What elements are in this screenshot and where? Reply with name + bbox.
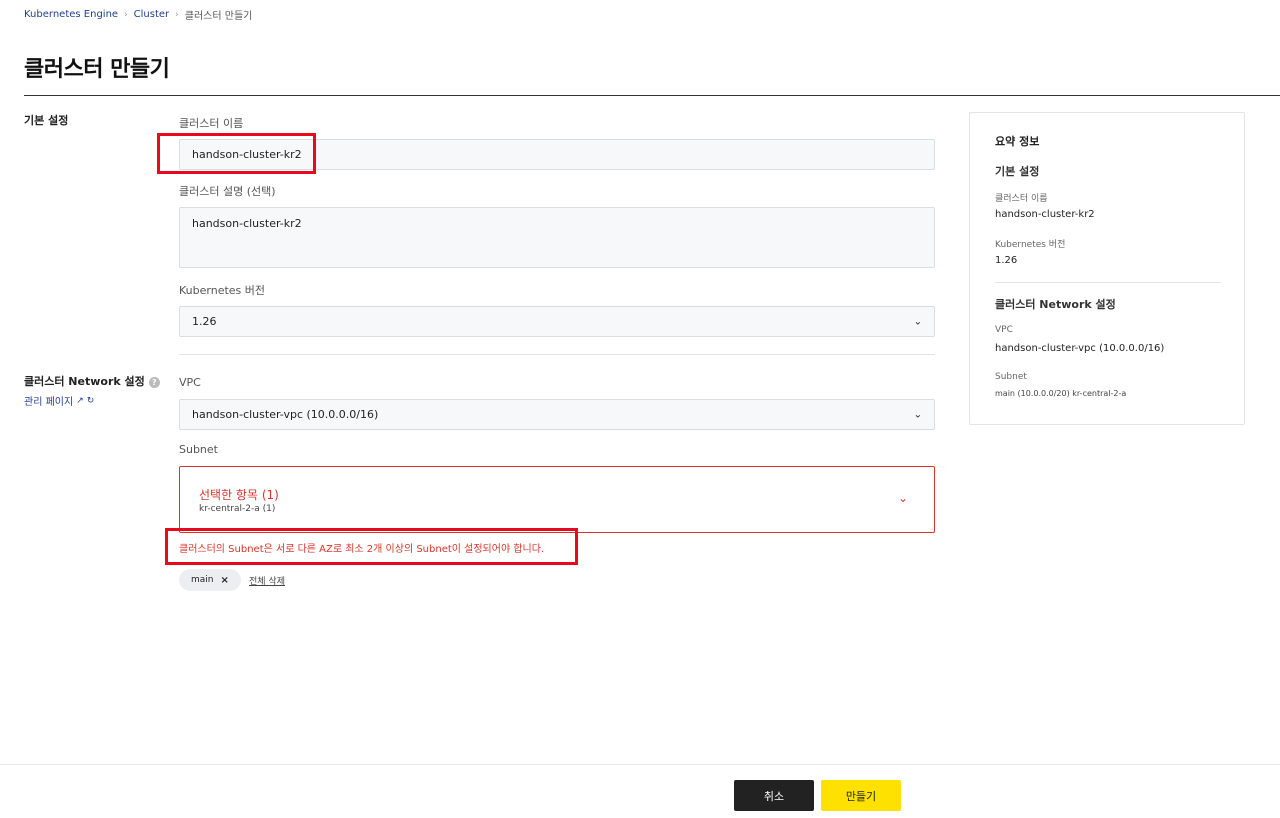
subnet-selected-title: 선택한 항목 (1) bbox=[199, 488, 279, 502]
manage-page-label: 관리 페이지 bbox=[24, 397, 74, 408]
help-icon[interactable]: ? bbox=[148, 376, 160, 388]
clear-all-link[interactable]: 전체 삭제 bbox=[249, 574, 285, 587]
manage-page-link[interactable]: 관리 페이지 ↗ ↻ bbox=[24, 393, 95, 409]
summary-subnet-label: Subnet bbox=[995, 372, 1027, 382]
section-network-text: 클러스터 Network 설정 bbox=[24, 375, 145, 388]
summary-divider bbox=[995, 282, 1221, 283]
summary-basic-title: 기본 설정 bbox=[995, 165, 1040, 178]
summary-network-title: 클러스터 Network 설정 bbox=[995, 298, 1116, 311]
chevron-down-icon: ⌄ bbox=[913, 409, 922, 420]
cancel-button[interactable]: 취소 bbox=[734, 780, 814, 811]
subnet-multiselect[interactable]: 선택한 항목 (1) kr-central-2-a (1) ⌄ bbox=[179, 466, 935, 533]
breadcrumb-current: 클러스터 만들기 bbox=[184, 11, 253, 22]
chevron-down-icon: ⌄ bbox=[913, 316, 922, 327]
subnet-chip: main × bbox=[179, 569, 241, 591]
subnet-chip-label: main bbox=[191, 575, 214, 585]
refresh-icon[interactable]: ↻ bbox=[87, 396, 95, 406]
section-network-label: 클러스터 Network 설정? bbox=[24, 373, 160, 389]
breadcrumb-kubernetes-engine[interactable]: Kubernetes Engine bbox=[24, 9, 118, 20]
summary-subnet-value: main (10.0.0.0/20) kr-central-2-a bbox=[995, 389, 1127, 398]
kubernetes-version-select[interactable]: 1.26 ⌄ bbox=[179, 306, 935, 337]
summary-version-value: 1.26 bbox=[995, 255, 1018, 266]
vpc-value: handson-cluster-vpc (10.0.0.0/16) bbox=[192, 408, 379, 421]
external-link-icon[interactable]: ↗ bbox=[76, 396, 84, 406]
summary-name-label: 클러스터 이름 bbox=[995, 194, 1048, 204]
cluster-description-label: 클러스터 설명 (선택) bbox=[179, 185, 276, 198]
page-title: 클러스터 만들기 bbox=[24, 57, 170, 82]
subnet-selected-az: kr-central-2-a (1) bbox=[199, 504, 276, 514]
summary-vpc-label: VPC bbox=[995, 325, 1013, 335]
section-divider bbox=[179, 354, 935, 355]
chevron-right-icon: › bbox=[124, 9, 128, 20]
summary-name-value: handson-cluster-kr2 bbox=[995, 209, 1095, 220]
title-divider bbox=[24, 95, 1280, 96]
summary-vpc-value: handson-cluster-vpc (10.0.0.0/16) bbox=[995, 343, 1165, 354]
subnet-label: Subnet bbox=[179, 443, 218, 456]
cluster-description-textarea[interactable]: handson-cluster-kr2 bbox=[179, 207, 935, 268]
section-basic-label: 기본 설정 bbox=[24, 114, 69, 127]
summary-panel: 요약 정보 기본 설정 클러스터 이름 handson-cluster-kr2 … bbox=[969, 112, 1245, 425]
close-icon[interactable]: × bbox=[221, 575, 229, 586]
chevron-down-icon[interactable]: ⌄ bbox=[898, 491, 908, 505]
summary-title: 요약 정보 bbox=[995, 135, 1040, 148]
kubernetes-version-value: 1.26 bbox=[192, 315, 217, 328]
vpc-label: VPC bbox=[179, 376, 201, 389]
highlight-box-cluster-name bbox=[157, 133, 316, 174]
breadcrumb-cluster[interactable]: Cluster bbox=[134, 9, 170, 20]
breadcrumb: Kubernetes Engine › Cluster › 클러스터 만들기 bbox=[24, 7, 252, 22]
footer-divider bbox=[0, 764, 1280, 765]
kubernetes-version-label: Kubernetes 버전 bbox=[179, 284, 266, 297]
create-cluster-page: Kubernetes Engine › Cluster › 클러스터 만들기 클… bbox=[0, 0, 1280, 818]
highlight-box-error bbox=[165, 528, 578, 565]
summary-version-label: Kubernetes 버전 bbox=[995, 240, 1066, 250]
create-button[interactable]: 만들기 bbox=[821, 780, 901, 811]
vpc-select[interactable]: handson-cluster-vpc (10.0.0.0/16) ⌄ bbox=[179, 399, 935, 430]
cluster-name-label: 클러스터 이름 bbox=[179, 117, 244, 130]
chevron-right-icon: › bbox=[175, 9, 179, 20]
cluster-description-value: handson-cluster-kr2 bbox=[192, 217, 302, 230]
